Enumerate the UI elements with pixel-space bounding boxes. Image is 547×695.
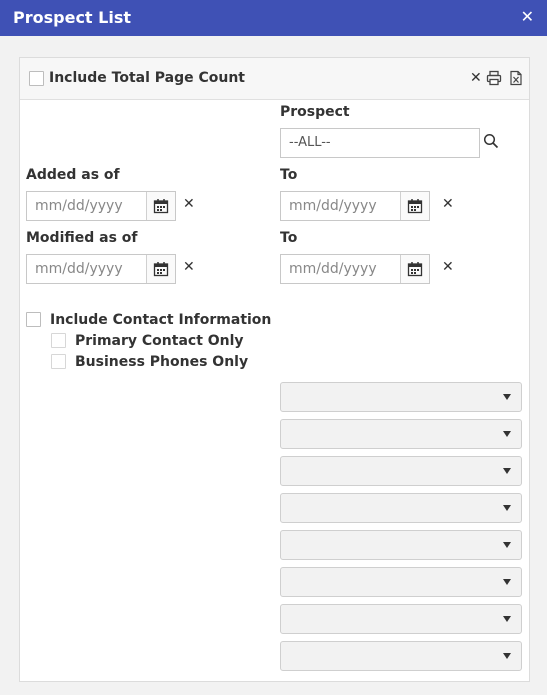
dropdown-select[interactable] bbox=[280, 456, 522, 486]
dropdown-select[interactable] bbox=[280, 493, 522, 523]
business-phones-only-checkbox[interactable] bbox=[51, 354, 66, 369]
chevron-down-icon bbox=[503, 505, 511, 511]
modified-from-date-input[interactable]: mm/dd/yyyy bbox=[26, 254, 176, 284]
chevron-down-icon bbox=[503, 616, 511, 622]
include-total-page-count-label: Include Total Page Count bbox=[49, 70, 245, 86]
added-to-date-input[interactable]: mm/dd/yyyy bbox=[280, 191, 430, 221]
clear-icon[interactable]: ✕ bbox=[470, 71, 482, 85]
window-title: Prospect List bbox=[13, 8, 131, 27]
date-placeholder: mm/dd/yyyy bbox=[289, 261, 377, 277]
primary-contact-only-label: Primary Contact Only bbox=[75, 333, 244, 349]
primary-contact-only-checkbox[interactable] bbox=[51, 333, 66, 348]
date-placeholder: mm/dd/yyyy bbox=[35, 198, 123, 214]
business-phones-only-label: Business Phones Only bbox=[75, 354, 249, 370]
added-to-label: To bbox=[280, 167, 298, 183]
calendar-icon[interactable] bbox=[400, 255, 429, 283]
title-bar: Prospect List ✕ bbox=[0, 0, 547, 36]
include-total-page-count-checkbox[interactable] bbox=[29, 71, 44, 86]
dropdown-select[interactable] bbox=[280, 641, 522, 671]
dropdown-select[interactable] bbox=[280, 530, 522, 560]
dropdown-select[interactable] bbox=[280, 604, 522, 634]
added-from-date-input[interactable]: mm/dd/yyyy bbox=[26, 191, 176, 221]
dropdown-select[interactable] bbox=[280, 567, 522, 597]
clear-added-from-icon[interactable]: ✕ bbox=[183, 197, 195, 211]
search-icon[interactable] bbox=[483, 133, 499, 149]
print-icon[interactable] bbox=[486, 70, 502, 86]
chevron-down-icon bbox=[503, 468, 511, 474]
include-contact-information-checkbox[interactable] bbox=[26, 312, 41, 327]
clear-modified-to-icon[interactable]: ✕ bbox=[442, 260, 454, 274]
clear-modified-from-icon[interactable]: ✕ bbox=[183, 260, 195, 274]
chevron-down-icon bbox=[503, 653, 511, 659]
dropdown-select[interactable] bbox=[280, 419, 522, 449]
prospect-input[interactable]: --ALL-- bbox=[280, 128, 480, 158]
prospect-label: Prospect bbox=[280, 104, 350, 120]
added-as-of-label: Added as of bbox=[26, 167, 120, 183]
calendar-icon[interactable] bbox=[146, 255, 175, 283]
dropdown-select[interactable] bbox=[280, 382, 522, 412]
modified-to-date-input[interactable]: mm/dd/yyyy bbox=[280, 254, 430, 284]
calendar-icon[interactable] bbox=[400, 192, 429, 220]
close-icon[interactable]: ✕ bbox=[521, 7, 534, 27]
date-placeholder: mm/dd/yyyy bbox=[35, 261, 123, 277]
panel-header: Include Total Page Count ✕ bbox=[20, 58, 529, 100]
excel-export-icon[interactable] bbox=[508, 70, 524, 86]
chevron-down-icon bbox=[503, 542, 511, 548]
modified-as-of-label: Modified as of bbox=[26, 230, 138, 246]
date-placeholder: mm/dd/yyyy bbox=[289, 198, 377, 214]
chevron-down-icon bbox=[503, 431, 511, 437]
calendar-icon[interactable] bbox=[146, 192, 175, 220]
include-contact-information-label: Include Contact Information bbox=[50, 312, 272, 328]
chevron-down-icon bbox=[503, 579, 511, 585]
modified-to-label: To bbox=[280, 230, 298, 246]
clear-added-to-icon[interactable]: ✕ bbox=[442, 197, 454, 211]
chevron-down-icon bbox=[503, 394, 511, 400]
